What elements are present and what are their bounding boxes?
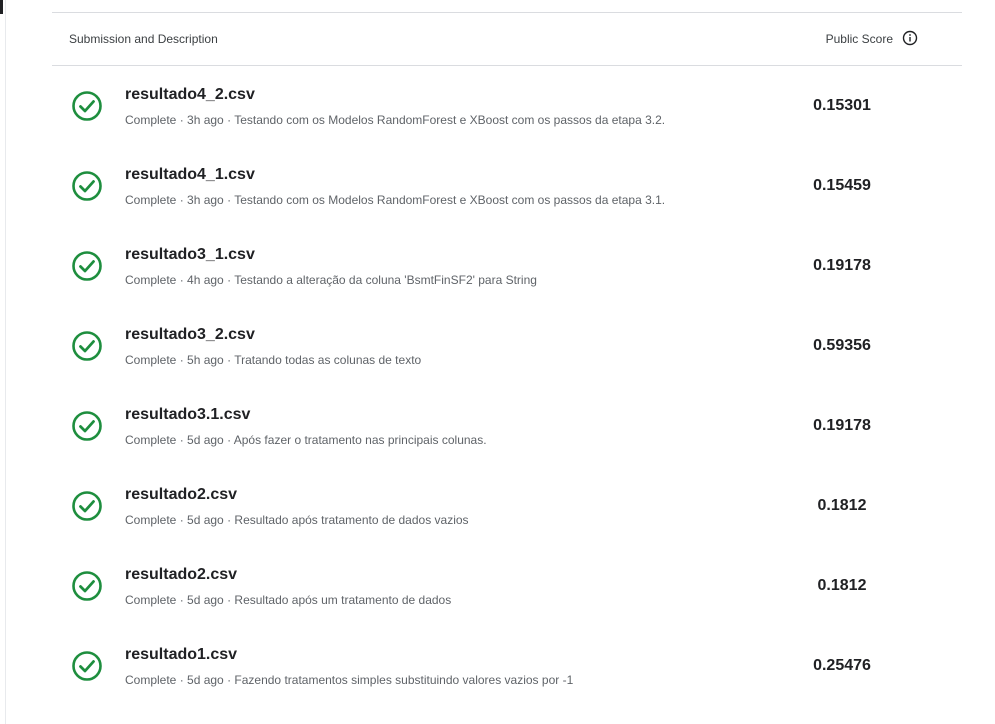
separator-dot: · <box>223 593 235 607</box>
submission-age: 5h ago <box>187 353 224 367</box>
separator-dot: · <box>176 433 188 447</box>
submission-file-name[interactable]: resultado3_1.csv <box>125 246 255 264</box>
separator-dot: · <box>176 353 188 367</box>
separator-dot: · <box>176 273 188 287</box>
submission-meta: Complete · 3h ago · Testando com os Mode… <box>125 113 665 127</box>
submission-description: Resultado após tratamento de dados vazio… <box>234 513 469 527</box>
submission-description: Resultado após um tratamento de dados <box>234 593 452 607</box>
separator-dot: · <box>223 433 234 447</box>
submission-age: 5d ago <box>187 433 224 447</box>
submission-row[interactable]: resultado4_2.csv Complete · 3h ago · Test… <box>52 66 962 146</box>
submissions-table: Submission and Description Public Score … <box>52 12 962 706</box>
separator-dot: · <box>223 273 235 287</box>
submission-file-name[interactable]: resultado4_2.csv <box>125 86 255 104</box>
header-submission-description: Submission and Description <box>69 32 218 46</box>
submission-row[interactable]: resultado3_2.csv Complete · 5h ago · Trat… <box>52 306 962 386</box>
submission-description: Testando com os Modelos RandomForest e X… <box>234 193 666 207</box>
header-public-score: Public Score <box>825 32 893 46</box>
submission-status: Complete <box>125 353 177 367</box>
separator-dot: · <box>176 113 188 127</box>
submission-meta: Complete · 5d ago · Fazendo tratamentos … <box>125 673 573 687</box>
submission-description: Testando a alteração da coluna 'BsmtFinS… <box>234 273 537 287</box>
submission-meta: Complete · 5h ago · Tratando todas as co… <box>125 353 421 367</box>
separator-dot: · <box>223 353 235 367</box>
submission-file-name[interactable]: resultado3.1.csv <box>125 406 250 424</box>
submission-description: Testando com os Modelos RandomForest e X… <box>234 113 666 127</box>
submission-status: Complete <box>125 273 177 287</box>
submission-status: Complete <box>125 673 177 687</box>
public-score: 0.1812 <box>817 577 867 594</box>
separator-dot: · <box>223 513 235 527</box>
submission-meta: Complete · 3h ago · Testando com os Mode… <box>125 193 665 207</box>
submission-row[interactable]: resultado1.csv Complete · 5d ago · Fazend… <box>52 626 962 706</box>
check-circle-icon <box>71 410 103 442</box>
separator-dot: · <box>176 513 188 527</box>
submission-row[interactable]: resultado4_1.csv Complete · 3h ago · Test… <box>52 146 962 226</box>
check-circle-icon <box>71 490 103 522</box>
table-header: Submission and Description Public Score <box>52 13 962 66</box>
check-circle-icon <box>71 330 103 362</box>
separator-dot: · <box>223 113 235 127</box>
separator-dot: · <box>176 193 188 207</box>
check-circle-icon <box>71 570 103 602</box>
public-score: 0.15301 <box>813 97 871 114</box>
submission-age: 5d ago <box>187 593 224 607</box>
submission-meta: Complete · 5d ago · Resultado após trata… <box>125 513 469 527</box>
submission-file-name[interactable]: resultado4_1.csv <box>125 166 255 184</box>
submission-list: resultado4_2.csv Complete · 3h ago · Test… <box>52 66 962 706</box>
public-score: 0.59356 <box>813 337 871 354</box>
submission-file-name[interactable]: resultado2.csv <box>125 486 237 504</box>
check-circle-icon <box>71 250 103 282</box>
public-score: 0.15459 <box>813 177 871 194</box>
public-score: 0.19178 <box>813 417 871 434</box>
left-border <box>5 0 6 724</box>
submission-status: Complete <box>125 193 177 207</box>
separator-dot: · <box>223 193 235 207</box>
submission-age: 3h ago <box>187 113 224 127</box>
submission-file-name[interactable]: resultado2.csv <box>125 566 237 584</box>
submission-file-name[interactable]: resultado3_2.csv <box>125 326 255 344</box>
submission-meta: Complete · 4h ago · Testando a alteração… <box>125 273 537 287</box>
submission-row[interactable]: resultado3.1.csv Complete · 5d ago · Após… <box>52 386 962 466</box>
submission-status: Complete <box>125 433 177 447</box>
window-edge-marker <box>0 0 3 14</box>
submission-age: 3h ago <box>187 193 224 207</box>
submission-file-name[interactable]: resultado1.csv <box>125 646 237 664</box>
submission-meta: Complete · 5d ago · Resultado após um tr… <box>125 593 451 607</box>
submission-status: Complete <box>125 113 177 127</box>
public-score: 0.25476 <box>813 657 871 674</box>
submission-row[interactable]: resultado2.csv Complete · 5d ago · Result… <box>52 466 962 546</box>
public-score: 0.19178 <box>813 257 871 274</box>
check-circle-icon <box>71 650 103 682</box>
submission-row[interactable]: resultado2.csv Complete · 5d ago · Result… <box>52 546 962 626</box>
check-circle-icon <box>71 170 103 202</box>
submission-description: Fazendo tratamentos simples substituindo… <box>234 673 574 687</box>
submission-description: Após fazer o tratamento nas principais c… <box>233 433 487 447</box>
submission-status: Complete <box>125 513 177 527</box>
separator-dot: · <box>223 673 235 687</box>
submission-row[interactable]: resultado3_1.csv Complete · 4h ago · Test… <box>52 226 962 306</box>
separator-dot: · <box>176 673 188 687</box>
submission-age: 4h ago <box>187 273 224 287</box>
submission-meta: Complete · 5d ago · Após fazer o tratame… <box>125 433 487 447</box>
submission-age: 5d ago <box>187 513 224 527</box>
check-circle-icon <box>71 90 103 122</box>
info-icon[interactable] <box>902 30 918 46</box>
public-score: 0.1812 <box>817 497 867 514</box>
submission-status: Complete <box>125 593 177 607</box>
separator-dot: · <box>176 593 188 607</box>
submission-age: 5d ago <box>187 673 224 687</box>
submission-description: Tratando todas as colunas de texto <box>234 353 422 367</box>
